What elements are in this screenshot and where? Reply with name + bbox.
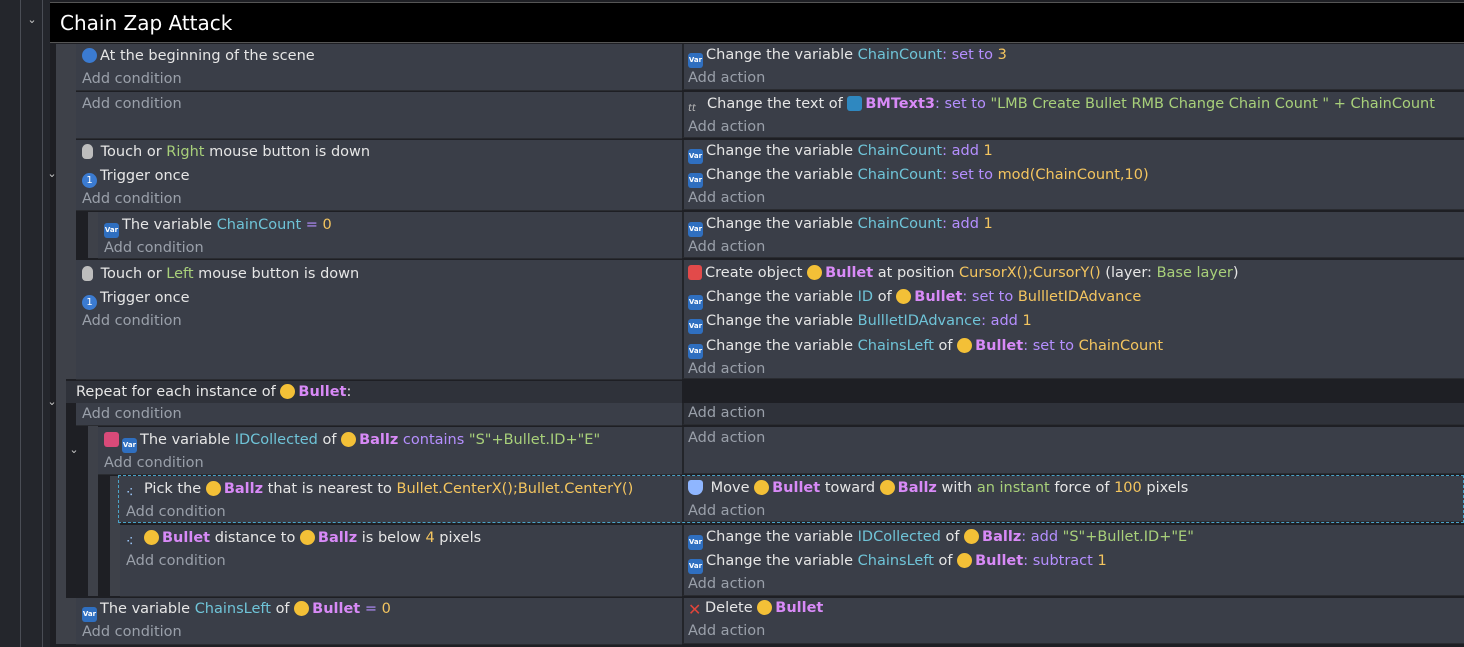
bitmap-text-icon <box>847 96 863 111</box>
mouse-icon <box>82 144 93 159</box>
event-bar <box>66 44 76 379</box>
action-change-variable[interactable]: Var Change the variable ChainCount: set t… <box>688 164 1149 188</box>
add-action-button[interactable]: Add action <box>688 67 765 89</box>
smiley-object-icon <box>957 553 973 568</box>
action-change-variable[interactable]: Var Change the variable BullletIDAdvance:… <box>688 310 1032 334</box>
smiley-object-icon <box>964 529 980 544</box>
add-action-button[interactable]: Add action <box>688 500 765 522</box>
text-icon: tt <box>688 103 696 114</box>
action-create-object[interactable]: Create object Bullet at position CursorX… <box>688 262 1239 284</box>
variable-icon: Var <box>688 295 703 310</box>
collapse-group-chevron-icon[interactable]: ⌄ <box>24 12 40 28</box>
add-condition-button[interactable]: Add condition <box>82 621 182 643</box>
action-change-variable[interactable]: Var Change the variable IDCollected of Ba… <box>688 526 1194 550</box>
gutter-line <box>42 0 43 647</box>
variable-icon: Var <box>688 149 703 164</box>
condition-variable-compare[interactable]: Var The variable ChainCount = 0 <box>104 214 332 238</box>
smiley-object-icon <box>896 289 912 304</box>
group-title: Chain Zap Attack <box>60 11 233 35</box>
add-condition-button[interactable]: Add condition <box>82 68 182 90</box>
pick-nearest-icon: ⠪ <box>126 488 134 499</box>
add-action-button[interactable]: Add action <box>688 116 765 138</box>
add-condition-button[interactable]: Add condition <box>82 188 182 210</box>
action-change-variable[interactable]: Var Change the variable ChainsLeft of Bul… <box>688 335 1163 359</box>
add-condition-button[interactable]: Add condition <box>104 237 204 259</box>
variable-icon: Var <box>688 535 703 550</box>
smiley-object-icon <box>144 530 159 545</box>
condition-mouse-down[interactable]: Touch or Right mouse button is down <box>82 141 370 163</box>
add-condition-button[interactable]: Add condition <box>82 310 182 332</box>
add-action-button[interactable]: Add action <box>688 358 765 380</box>
smiley-object-icon <box>957 338 973 353</box>
action-change-text[interactable]: tt Change the text of BMText3: set to "LM… <box>688 93 1435 115</box>
variable-icon: Var <box>688 53 703 68</box>
add-action-button[interactable]: Add action <box>688 427 765 449</box>
condition-trigger-once[interactable]: 1 Trigger once <box>82 165 190 188</box>
variable-icon: Var <box>104 223 119 238</box>
variable-icon: Var <box>688 559 703 574</box>
add-action-button[interactable]: Add action <box>688 573 765 595</box>
add-action-button[interactable]: Add action <box>688 620 765 642</box>
condition-pick-nearest[interactable]: ⠪ Pick the Ballz that is nearest to Bulle… <box>126 478 633 500</box>
action-change-variable[interactable]: Var Change the variable ChainCount: add 1 <box>688 140 993 164</box>
variable-icon: Var <box>82 607 97 622</box>
move-toward-icon <box>688 480 703 495</box>
add-condition-button[interactable]: Add condition <box>82 93 182 115</box>
event-bar <box>56 44 66 644</box>
smiley-object-icon <box>280 384 296 399</box>
condition-distance[interactable]: ⠪ Bullet distance to Ballz is below 4 pix… <box>126 527 481 549</box>
action-move-toward[interactable]: Move Bullet toward Ballz with an instant… <box>688 477 1188 499</box>
condition-mouse-down[interactable]: Touch or Left mouse button is down <box>82 263 359 285</box>
add-condition-button[interactable]: Add condition <box>104 452 204 474</box>
collapse-subevent-chevron-icon[interactable]: ⌄ <box>66 442 82 458</box>
smiley-object-icon <box>341 432 357 447</box>
add-condition-button[interactable]: Add condition <box>82 403 182 425</box>
group-header[interactable]: Chain Zap Attack <box>50 2 1464 43</box>
object-variable-icon <box>104 432 119 447</box>
smiley-object-icon <box>294 601 310 616</box>
scene-start-icon <box>82 48 97 63</box>
trigger-once-icon: 1 <box>82 173 97 188</box>
smiley-object-icon <box>205 481 221 496</box>
variable-icon: Var <box>122 438 137 453</box>
subevent-1-actions[interactable] <box>682 427 1464 474</box>
action-change-variable[interactable]: Var Change the variable ChainCount: add 1 <box>688 213 993 237</box>
repeat-for-each-label[interactable]: Repeat for each instance of Bullet: <box>76 381 351 403</box>
smiley-object-icon <box>757 600 773 615</box>
create-object-icon <box>688 265 702 280</box>
variable-icon: Var <box>688 344 703 359</box>
event-bar <box>66 598 76 644</box>
condition-scene-start[interactable]: At the beginning of the scene <box>82 45 315 67</box>
trigger-once-icon: 1 <box>82 295 97 310</box>
variable-icon: Var <box>688 173 703 188</box>
add-action-button[interactable]: Add action <box>688 187 765 209</box>
condition-variable-compare[interactable]: Var The variable ChainsLeft of Bullet = 0 <box>82 598 391 622</box>
variable-icon: Var <box>688 319 703 334</box>
repeat-actions[interactable] <box>682 403 1464 425</box>
delete-icon: ✕ <box>688 600 702 619</box>
action-change-variable[interactable]: Var Change the variable ID of Bullet: set… <box>688 286 1141 310</box>
event-bar <box>88 212 98 258</box>
mouse-icon <box>82 266 93 281</box>
smiley-object-icon <box>299 530 315 545</box>
event-bar <box>88 426 98 596</box>
distance-icon: ⠪ <box>126 537 134 548</box>
gutter-line <box>20 0 21 647</box>
variable-icon: Var <box>688 222 703 237</box>
smiley-object-icon <box>754 480 770 495</box>
smiley-object-icon <box>879 480 895 495</box>
smiley-object-icon <box>807 265 823 280</box>
condition-trigger-once[interactable]: 1 Trigger once <box>82 287 190 310</box>
action-change-variable[interactable]: Var Change the variable ChainCount: set t… <box>688 44 1007 68</box>
action-change-variable[interactable]: Var Change the variable ChainsLeft of Bul… <box>688 550 1107 574</box>
action-delete-object[interactable]: ✕ Delete Bullet <box>688 597 823 619</box>
add-action-button[interactable]: Add action <box>688 236 765 258</box>
add-condition-button[interactable]: Add condition <box>126 550 226 572</box>
add-action-button[interactable]: Add action <box>688 402 765 424</box>
condition-variable-contains[interactable]: Var The variable IDCollected of Ballz con… <box>104 429 600 453</box>
add-condition-button[interactable]: Add condition <box>126 501 226 523</box>
